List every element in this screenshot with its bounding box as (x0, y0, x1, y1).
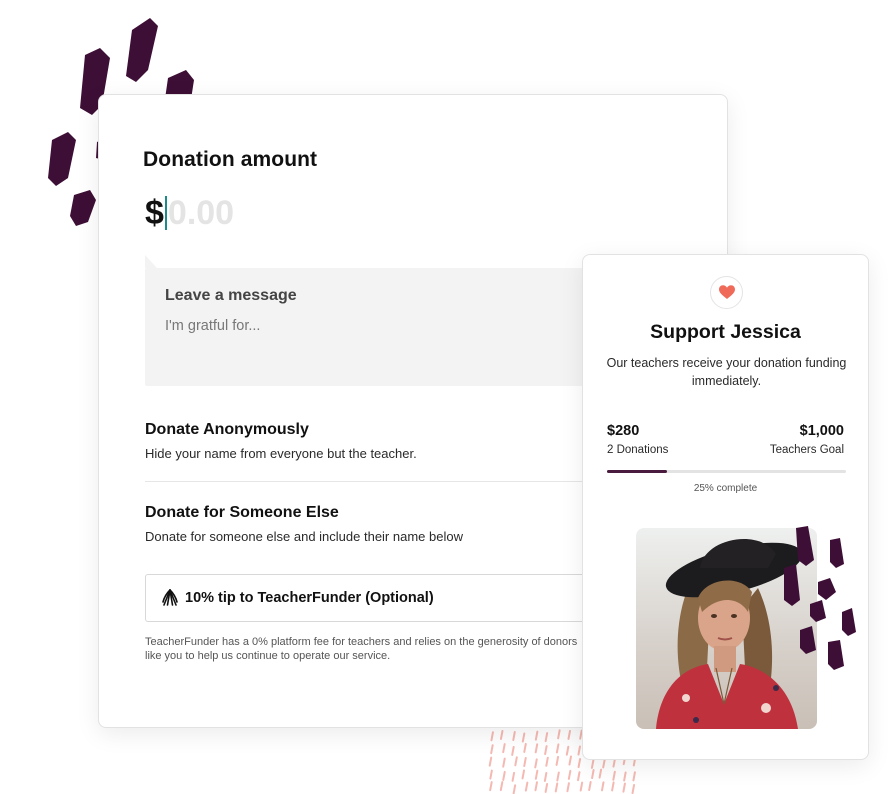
decor-dash (489, 769, 493, 780)
decor-dash (544, 732, 549, 743)
teacher-photo (636, 528, 817, 729)
decor-dash (590, 758, 595, 769)
decor-dash (612, 770, 616, 781)
decor-dash (534, 758, 538, 769)
decor-dash (534, 781, 538, 792)
decor-dash (611, 781, 615, 792)
raised-amount: $280 (607, 423, 640, 439)
decor-dash (534, 730, 539, 741)
message-label: Leave a message (165, 287, 297, 304)
decor-dash (568, 755, 572, 766)
decor-dash (600, 781, 605, 792)
decor-dash (622, 782, 626, 793)
donations-count: 2 Donations (607, 444, 669, 456)
decor-dash (523, 742, 527, 753)
decor-dash (591, 769, 595, 780)
decor-dash (502, 770, 506, 781)
support-description: Our teachers receive your donation fundi… (606, 356, 847, 389)
decor-dash (512, 731, 516, 742)
decor-dash (554, 782, 559, 793)
decor-dash (502, 757, 506, 768)
decor-dash (545, 756, 549, 767)
decor-dash (577, 745, 581, 756)
decor-dash (567, 769, 572, 780)
decor-dash (490, 744, 494, 755)
decor-dash (523, 756, 527, 767)
decor-dash (577, 771, 581, 782)
decor-dash (488, 756, 493, 767)
decor-dash (512, 784, 517, 794)
decor-dash (489, 781, 493, 792)
decor-dash (556, 771, 560, 782)
teacherfunder-logo-icon (162, 589, 178, 606)
platform-fee-note: TeacherFunder has a 0% platform fee for … (145, 636, 578, 663)
decor-dash (567, 729, 571, 740)
decor-dash (588, 781, 592, 792)
donation-amount-heading: Donation amount (143, 148, 318, 171)
support-title: Support Jessica (650, 321, 801, 343)
decor-dash (521, 769, 526, 780)
decor-dash (631, 784, 636, 794)
decor-dash (565, 745, 570, 756)
decor-dash (555, 743, 560, 754)
decor-dash (632, 771, 636, 782)
decor-dash (524, 781, 529, 792)
decor-dash (566, 782, 570, 793)
decor-dash (514, 756, 518, 767)
decor-dash (502, 743, 506, 754)
tip-label: 10% tip to TeacherFunder (Optional) (185, 590, 434, 606)
decor-dash (534, 769, 539, 780)
progress-fill (607, 470, 667, 473)
decor-dash (534, 743, 539, 754)
decor-dash (499, 781, 504, 792)
heart-icon (718, 285, 735, 299)
decor-dash (623, 771, 627, 782)
decor-dash (511, 745, 515, 756)
progress-bar (607, 470, 846, 473)
decor-dash (557, 729, 561, 740)
message-input[interactable] (165, 318, 565, 334)
decor-dash (579, 781, 584, 792)
decor-dash (544, 745, 548, 756)
support-teacher-card: Support Jessica Our teachers receive you… (582, 254, 869, 760)
text-caret (164, 196, 167, 230)
decor-dash (577, 758, 582, 769)
decor-dash (499, 729, 504, 740)
decor-dash (543, 771, 548, 782)
decor-dash (511, 771, 516, 782)
decor-dash (521, 732, 526, 743)
decor-dash (490, 731, 494, 742)
currency-symbol: $ (145, 193, 164, 232)
amount-field[interactable]: $ (145, 193, 368, 233)
decor-dash (544, 782, 549, 793)
message-box-notch (145, 255, 157, 268)
donation-amount-input[interactable] (167, 193, 368, 233)
goal-label: Teachers Goal (769, 444, 844, 456)
goal-amount: $1,000 (799, 423, 844, 439)
heart-badge (710, 276, 743, 309)
progress-text: 25% complete (693, 483, 758, 494)
decor-dash (598, 768, 603, 779)
decor-dash (555, 755, 560, 766)
decor-dash (602, 758, 606, 769)
